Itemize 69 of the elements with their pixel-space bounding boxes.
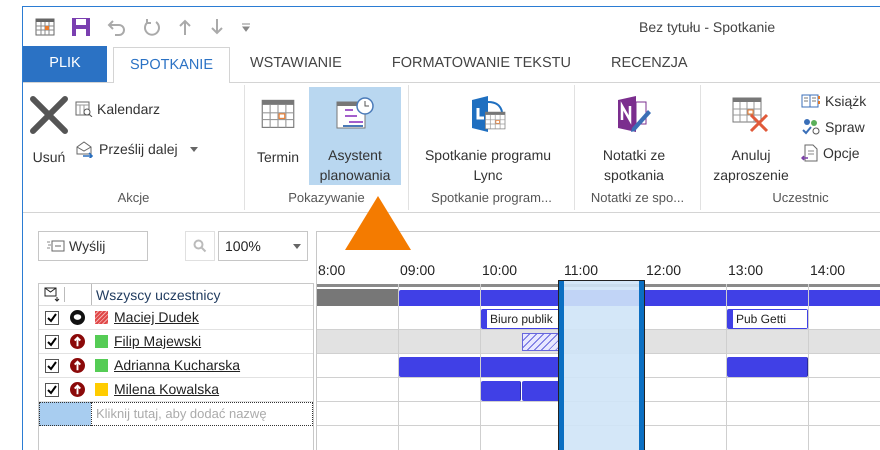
- document-options-icon: [801, 144, 819, 162]
- window-title: Bez tytułu - Spotkanie: [639, 18, 776, 37]
- ribbon-tab[interactable]: SPOTKANIE: [113, 47, 230, 83]
- ribbon-button[interactable]: Anuluj zaproszenie: [705, 87, 797, 185]
- busy-block: [481, 381, 521, 401]
- hour-label: 09:00: [400, 261, 436, 280]
- hour-label: 12:00: [646, 261, 682, 280]
- ribbon-button[interactable]: Spotkanie programu Lync: [413, 87, 563, 185]
- file-tab[interactable]: PLIK: [23, 46, 107, 82]
- address-book-icon: [801, 93, 821, 109]
- ribbon-button[interactable]: Termin: [249, 87, 307, 185]
- group-label: Spotkanie program...: [430, 189, 553, 207]
- ribbon-button[interactable]: Usuń: [27, 87, 71, 185]
- ribbon-button[interactable]: Spraw: [799, 115, 868, 139]
- caret-icon: [293, 244, 301, 248]
- group-label: Uczestnic: [771, 189, 830, 207]
- attendee-name[interactable]: Milena Kowalska: [114, 379, 220, 400]
- calendar-search-icon: [75, 101, 93, 117]
- send-mail-icon: [47, 240, 65, 252]
- customize-menu-icon[interactable]: [241, 22, 251, 32]
- group-label: Pokazywanie: [287, 189, 366, 207]
- hour-label: 10:00: [482, 261, 518, 280]
- check-icon: [46, 312, 56, 322]
- ribbon-button[interactable]: Książk: [799, 89, 868, 113]
- delete-icon: [29, 95, 69, 135]
- appointment-label: Biuro publik: [487, 310, 561, 328]
- ribbon-button[interactable]: Asystent planowania: [309, 87, 401, 185]
- check-icon: [46, 384, 56, 394]
- ribbon-button[interactable]: Notatki ze spotkania: [579, 87, 689, 185]
- hour-label: 8:00: [318, 261, 346, 280]
- organizer-icon: [70, 310, 85, 325]
- group-label: Notatki ze spo...: [590, 189, 686, 207]
- people-check-icon: [801, 118, 821, 136]
- forward-mail-icon: [75, 140, 95, 158]
- checkbox[interactable]: [44, 382, 58, 396]
- attendee-name[interactable]: Maciej Dudek: [114, 307, 199, 328]
- hour-label: 11:00: [564, 261, 598, 280]
- required-attendee-icon: [70, 334, 85, 349]
- dropdown-button[interactable]: Prześlij dalej: [73, 137, 200, 161]
- required-attendee-icon: [70, 358, 85, 373]
- ribbon-button[interactable]: Kalendarz: [73, 97, 200, 121]
- calendar-icon[interactable]: [35, 18, 55, 36]
- hour-label: 13:00: [728, 261, 764, 280]
- row-selector-cell[interactable]: [39, 402, 91, 426]
- magnifier-icon: [193, 239, 207, 253]
- attendee-name[interactable]: Filip Majewski: [114, 331, 202, 352]
- check-icon: [46, 336, 56, 346]
- checkbox[interactable]: [44, 334, 58, 348]
- add-attendee-field[interactable]: Kliknij tutaj, aby dodać nazwę: [91, 402, 313, 426]
- ribbon-button[interactable]: Opcje: [799, 141, 868, 165]
- selected-time-range[interactable]: [559, 281, 644, 450]
- response-mail-icon: [44, 286, 60, 302]
- ribbon-tab[interactable]: RECENZJA: [590, 46, 708, 82]
- ribbon-tab[interactable]: FORMATOWANIE TEKSTU: [372, 46, 591, 82]
- send-button[interactable]: Wyślij: [38, 231, 148, 261]
- appointment-label: Pub Getti: [733, 310, 807, 328]
- attendee-name[interactable]: Adrianna Kucharska: [114, 355, 240, 376]
- ribbon-tab[interactable]: WSTAWIANIE: [230, 46, 362, 82]
- group-label: Akcje: [116, 189, 150, 207]
- save-icon[interactable]: [71, 17, 91, 37]
- zoom-dropdown[interactable]: 100%: [218, 231, 308, 261]
- required-attendee-icon: [70, 382, 85, 397]
- cancel-calendar-icon: [731, 95, 771, 133]
- caret-icon: [190, 146, 198, 152]
- check-icon: [46, 360, 56, 370]
- hour-label: 14:00: [810, 261, 846, 280]
- checkbox[interactable]: [44, 358, 58, 372]
- column-header: Wszyscy uczestnicy: [91, 284, 220, 305]
- checkbox[interactable]: [44, 310, 58, 324]
